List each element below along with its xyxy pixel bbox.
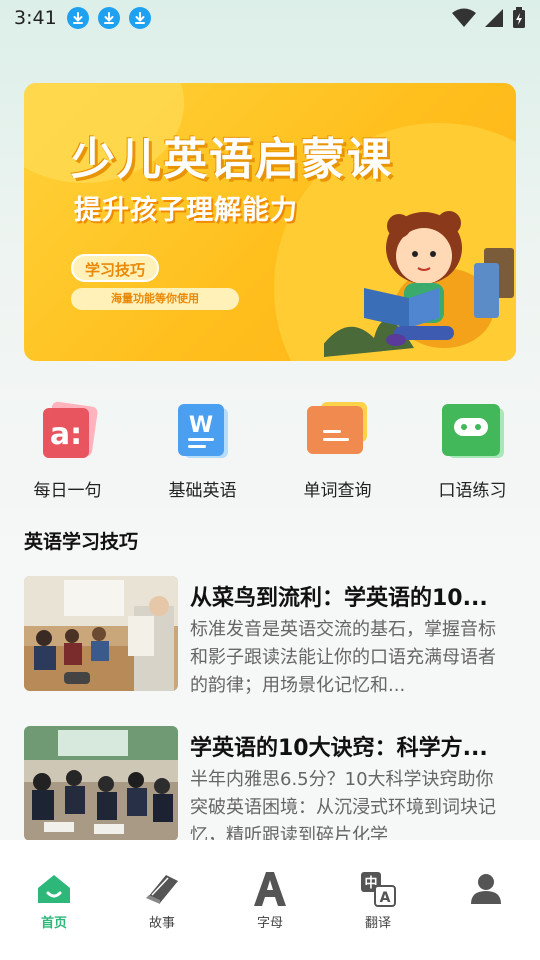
article-thumbnail [24,576,178,691]
quick-link-word-lookup[interactable]: 单词查询 [270,398,405,508]
article-thumbnail [24,726,178,841]
home-icon [35,870,73,908]
tab-profile[interactable] [432,840,540,960]
svg-text:A: A [380,890,391,906]
battery-charging-icon [513,7,525,28]
bottom-tab-bar: 首页 故事 字母 中A 翻译 [0,840,540,960]
tab-stories[interactable]: 故事 [108,840,216,960]
profile-icon [467,870,505,908]
download-icon [128,7,151,29]
tab-letters[interactable]: 字母 [216,840,324,960]
download-icon [66,7,89,29]
article-summary: 半年内雅思6.5分？10大科学诀窍助你突破英语困境：从沉浸式环境到词块记忆，精听… [190,769,496,846]
article-card[interactable]: 学英语的10大诀窍：科学方... 半年内雅思6.5分？10大科学诀窍助你突破英语… [24,726,516,846]
book-icon [143,870,181,908]
basic-english-icon: W [172,400,234,462]
quick-link-label: 口语练习 [438,481,507,501]
letter-a-icon [251,870,289,908]
article-title: 学英语的10大诀窍：科学方... [190,736,488,761]
promo-banner[interactable]: 少儿英语启蒙课 提升孩子理解能力 学习技巧 海量功能等你使用 [24,83,516,361]
tab-label: 首页 [40,916,67,931]
quick-link-speaking-practice[interactable]: 口语练习 [405,398,540,508]
quick-links: a: 每日一句 W 基础英语 单词查询 口语练习 [0,398,540,508]
tab-translate[interactable]: 中A 翻译 [324,840,432,960]
download-icon [97,7,120,29]
quick-link-label: 每日一句 [33,481,102,501]
article-card[interactable]: 从菜鸟到流利：学英语的10... 标准发音是英语交流的基石，掌握音标和影子跟读法… [24,576,516,696]
tab-label: 字母 [256,916,283,931]
banner-subtitle: 提升孩子理解能力 [74,195,298,226]
tab-label: 故事 [148,916,175,931]
status-time: 3:41 [14,7,57,29]
quick-link-basic-english[interactable]: W 基础英语 [135,398,270,508]
banner-pill-primary: 学习技巧 [71,254,160,282]
daily-sentence-icon: a: [37,400,99,462]
article-summary: 标准发音是英语交流的基石，掌握音标和影子跟读法能让你的口语充满母语者的韵律；用场… [190,619,496,696]
article-title: 从菜鸟到流利：学英语的10... [190,586,488,611]
svg-text:W: W [188,413,212,438]
svg-text:a:: a: [49,417,81,452]
reading-girl-illustration [324,211,514,357]
tab-home[interactable]: 首页 [0,840,108,960]
section-title: 英语学习技巧 [24,531,139,553]
banner-pill-secondary: 海量功能等你使用 [71,288,239,310]
quick-link-label: 基础英语 [168,481,237,501]
banner-title: 少儿英语启蒙课 [71,134,393,185]
tab-label: 翻译 [364,916,391,931]
quick-link-label: 单词查询 [303,481,372,501]
signal-icon [485,9,503,27]
wifi-icon [452,8,476,27]
quick-link-daily-sentence[interactable]: a: 每日一句 [0,398,135,508]
speaking-practice-icon [441,400,504,462]
status-bar: 3:41 [0,0,540,36]
word-lookup-icon [306,400,369,462]
translate-icon: 中A [359,870,397,908]
